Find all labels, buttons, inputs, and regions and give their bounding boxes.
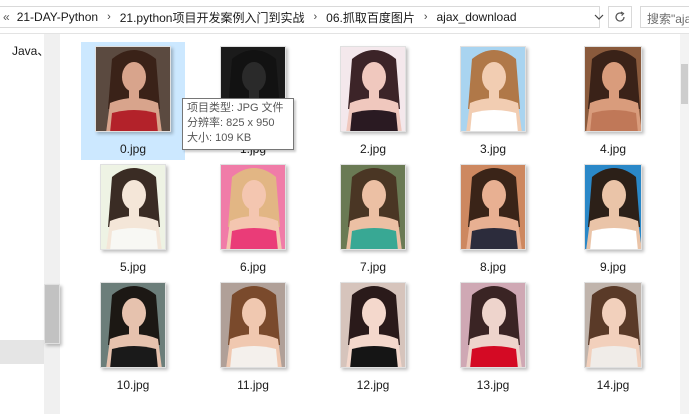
nav-scrollbar-thumb[interactable] xyxy=(44,284,60,344)
breadcrumb-segment[interactable]: ajax_download xyxy=(434,10,520,24)
file-name[interactable]: 14.jpg xyxy=(561,378,665,392)
chevron-right-icon[interactable]: › xyxy=(307,11,323,23)
scrollbar-thumb[interactable] xyxy=(681,64,688,104)
chevron-down-icon[interactable] xyxy=(590,6,608,28)
address-bar: « 21-DAY-Python › 21.python项目开发案例入门到实战 ›… xyxy=(0,0,689,34)
image-thumbnail[interactable] xyxy=(584,164,642,250)
breadcrumb[interactable]: « 21-DAY-Python › 21.python项目开发案例入门到实战 ›… xyxy=(0,6,600,28)
breadcrumb-segment[interactable]: 06.抓取百度图片 xyxy=(323,9,418,26)
file-item[interactable]: 10.jpg xyxy=(81,278,185,396)
file-item[interactable]: 7.jpg xyxy=(321,160,425,278)
chevron-right-icon[interactable]: › xyxy=(101,11,117,23)
file-item[interactable]: 3.jpg xyxy=(441,42,545,160)
image-thumbnail[interactable] xyxy=(220,164,286,250)
file-item[interactable]: 11.jpg xyxy=(201,278,305,396)
file-item[interactable]: 9.jpg xyxy=(561,160,665,278)
file-name[interactable]: 13.jpg xyxy=(441,378,545,392)
image-thumbnail[interactable] xyxy=(584,282,642,368)
file-name[interactable]: 5.jpg xyxy=(81,260,185,274)
file-item[interactable]: 0.jpg xyxy=(81,42,185,160)
file-item[interactable]: 13.jpg xyxy=(441,278,545,396)
file-name[interactable]: 2.jpg xyxy=(321,142,425,156)
file-name[interactable]: 12.jpg xyxy=(321,378,425,392)
image-thumbnail[interactable] xyxy=(95,46,171,132)
file-name[interactable]: 9.jpg xyxy=(561,260,665,274)
file-name[interactable]: 4.jpg xyxy=(561,142,665,156)
file-item[interactable]: 4.jpg xyxy=(561,42,665,160)
image-thumbnail[interactable] xyxy=(220,282,286,368)
image-thumbnail[interactable] xyxy=(340,164,406,250)
image-thumbnail[interactable] xyxy=(340,282,406,368)
navigation-pane: Java、 xyxy=(0,34,60,414)
search-input[interactable]: 搜索"aja xyxy=(640,6,689,28)
file-name[interactable]: 6.jpg xyxy=(201,260,305,274)
file-item[interactable]: 12.jpg xyxy=(321,278,425,396)
image-thumbnail[interactable] xyxy=(460,46,526,132)
nav-scrollbar[interactable] xyxy=(44,34,60,414)
image-thumbnail[interactable] xyxy=(460,282,526,368)
file-item[interactable]: 5.jpg xyxy=(81,160,185,278)
file-name[interactable]: 8.jpg xyxy=(441,260,545,274)
file-name[interactable]: 11.jpg xyxy=(201,378,305,392)
image-thumbnail[interactable] xyxy=(460,164,526,250)
file-item[interactable]: 2.jpg xyxy=(321,42,425,160)
image-thumbnail[interactable] xyxy=(100,164,166,250)
file-grid: 0.jpg1.jpg2.jpg3.jpg4.jpg5.jpg6.jpg7.jpg… xyxy=(60,34,689,414)
file-name[interactable]: 0.jpg xyxy=(81,142,185,156)
breadcrumb-segment[interactable]: 21.python项目开发案例入门到实战 xyxy=(117,9,308,26)
breadcrumb-segment[interactable]: 21-DAY-Python xyxy=(14,10,101,24)
file-tooltip: 项目类型: JPG 文件 分辨率: 825 x 950 大小: 109 KB xyxy=(182,98,294,150)
file-item[interactable]: 14.jpg xyxy=(561,278,665,396)
file-name[interactable]: 3.jpg xyxy=(441,142,545,156)
chevron-right-icon[interactable]: › xyxy=(418,11,434,23)
image-thumbnail[interactable] xyxy=(584,46,642,132)
file-grid-scrollbar[interactable] xyxy=(680,34,689,414)
breadcrumb-overflow[interactable]: « xyxy=(0,10,14,24)
file-item[interactable]: 6.jpg xyxy=(201,160,305,278)
nav-item-selected[interactable] xyxy=(0,340,44,364)
image-thumbnail[interactable] xyxy=(100,282,166,368)
tooltip-type: 项目类型: JPG 文件 xyxy=(187,102,284,114)
file-name[interactable]: 10.jpg xyxy=(81,378,185,392)
tooltip-resolution: 分辨率: 825 x 950 xyxy=(187,117,275,129)
image-thumbnail[interactable] xyxy=(340,46,406,132)
file-name[interactable]: 7.jpg xyxy=(321,260,425,274)
tooltip-size: 大小: 109 KB xyxy=(187,132,252,144)
refresh-icon[interactable] xyxy=(608,6,632,28)
file-item[interactable]: 8.jpg xyxy=(441,160,545,278)
